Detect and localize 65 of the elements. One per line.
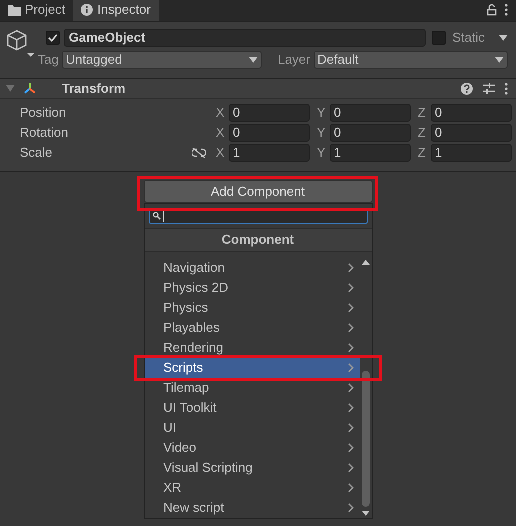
scroll-thumb[interactable] [362, 371, 370, 507]
tag-label: Tag [38, 51, 59, 70]
axis-label: Z [418, 144, 427, 162]
number-field[interactable]: 1 [431, 144, 512, 162]
axis-label: Y [317, 104, 327, 122]
axes-icon [23, 82, 37, 95]
menu-item[interactable]: UI [144, 418, 360, 438]
link-icon[interactable] [192, 148, 206, 158]
number-field[interactable]: 0 [229, 104, 310, 122]
number-field[interactable]: 1 [229, 144, 310, 162]
menu-item[interactable]: Visual Scripting [144, 458, 360, 478]
more-icon[interactable] [505, 4, 508, 16]
info-icon [81, 4, 94, 16]
menu-item[interactable]: Physics 2D [144, 278, 360, 298]
tag-dropdown[interactable]: Untagged [62, 51, 262, 69]
number-field[interactable]: 1 [330, 144, 411, 162]
add-component-button[interactable]: Add Component [144, 180, 372, 203]
menu-header: Component [144, 228, 372, 252]
folder-icon [8, 4, 21, 16]
axis-label: X [216, 144, 226, 162]
number-field[interactable]: 0 [330, 104, 411, 122]
active-checkbox[interactable] [46, 31, 60, 45]
scroll-up-icon[interactable] [362, 260, 370, 265]
caret-icon[interactable] [499, 35, 508, 41]
menu-item[interactable]: Tilemap [144, 378, 360, 398]
text-cursor [162, 210, 164, 222]
scrollbar[interactable] [360, 258, 372, 518]
lock-icon[interactable] [487, 4, 497, 16]
more-icon[interactable] [505, 82, 508, 94]
static-label: Static [452, 29, 485, 48]
axis-label: Z [418, 124, 427, 142]
layer-label: Layer [278, 51, 310, 70]
number-field[interactable]: 0 [229, 124, 310, 142]
axis-label: Z [418, 104, 427, 122]
panel-tab[interactable]: Inspector [73, 0, 159, 21]
menu-item[interactable]: Video [144, 438, 360, 458]
axis-label: Y [317, 144, 327, 162]
name-field[interactable]: GameObject [64, 29, 426, 47]
caret-icon [248, 57, 258, 63]
static-checkbox[interactable] [432, 31, 446, 45]
menu-item[interactable]: Physics [144, 298, 360, 318]
menu-item[interactable]: Rendering [144, 338, 360, 358]
caret-icon [495, 57, 504, 63]
menu-item[interactable]: New script [144, 498, 360, 518]
axis-label: X [216, 104, 226, 122]
panel-tab[interactable]: Project [0, 0, 74, 21]
component-title: Transform [62, 80, 127, 98]
menu-item[interactable]: Scripts [144, 358, 360, 378]
menu-item[interactable]: UI Toolkit [144, 398, 360, 418]
menu-item[interactable]: Navigation [144, 258, 360, 278]
number-field[interactable]: 0 [330, 124, 411, 142]
scroll-down-icon[interactable] [362, 511, 370, 516]
field-label: Position [20, 104, 68, 122]
number-field[interactable]: 0 [431, 124, 512, 142]
number-field[interactable]: 0 [431, 104, 512, 122]
layer-dropdown[interactable]: Default [314, 51, 508, 69]
presets-icon[interactable] [483, 83, 495, 94]
help-icon[interactable] [461, 82, 473, 94]
menu-item[interactable]: Playables [144, 318, 360, 338]
axis-label: Y [317, 124, 327, 142]
search-icon [152, 212, 160, 220]
menu-item[interactable]: XR [144, 478, 360, 498]
field-label: Scale [20, 144, 54, 162]
axis-label: X [216, 124, 226, 142]
field-label: Rotation [20, 124, 70, 142]
